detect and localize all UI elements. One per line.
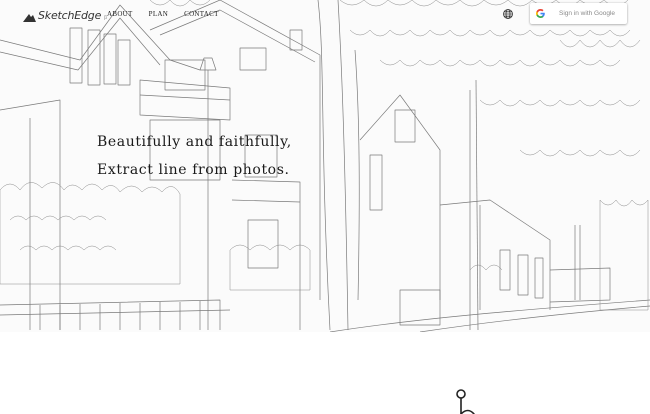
globe-icon[interactable]	[502, 8, 514, 20]
mountain-logo-icon	[23, 14, 36, 22]
nav-item-about[interactable]: ABOUT	[107, 10, 133, 18]
google-signin-button[interactable]: Sign in with Google	[530, 3, 627, 24]
main-nav: ABOUT PLAN CONTACT	[107, 10, 235, 18]
brand-name: SketchEdge	[38, 9, 102, 22]
hero-headline-line2: Extract line from photos.	[97, 162, 290, 178]
hero-headline-line1: Beautifully and faithfully,	[97, 134, 292, 150]
nav-item-contact[interactable]: CONTACT	[184, 10, 219, 18]
google-signin-label: Sign in with Google	[559, 10, 616, 17]
pin-illustration-icon	[456, 389, 475, 414]
nav-item-plan[interactable]: PLAN	[149, 10, 168, 18]
top-navigation-bar: SketchEdge β ABOUT PLAN CONTACT Sign in …	[0, 0, 650, 30]
brand-logo[interactable]: SketchEdge β	[23, 8, 107, 22]
google-g-icon	[536, 9, 545, 18]
